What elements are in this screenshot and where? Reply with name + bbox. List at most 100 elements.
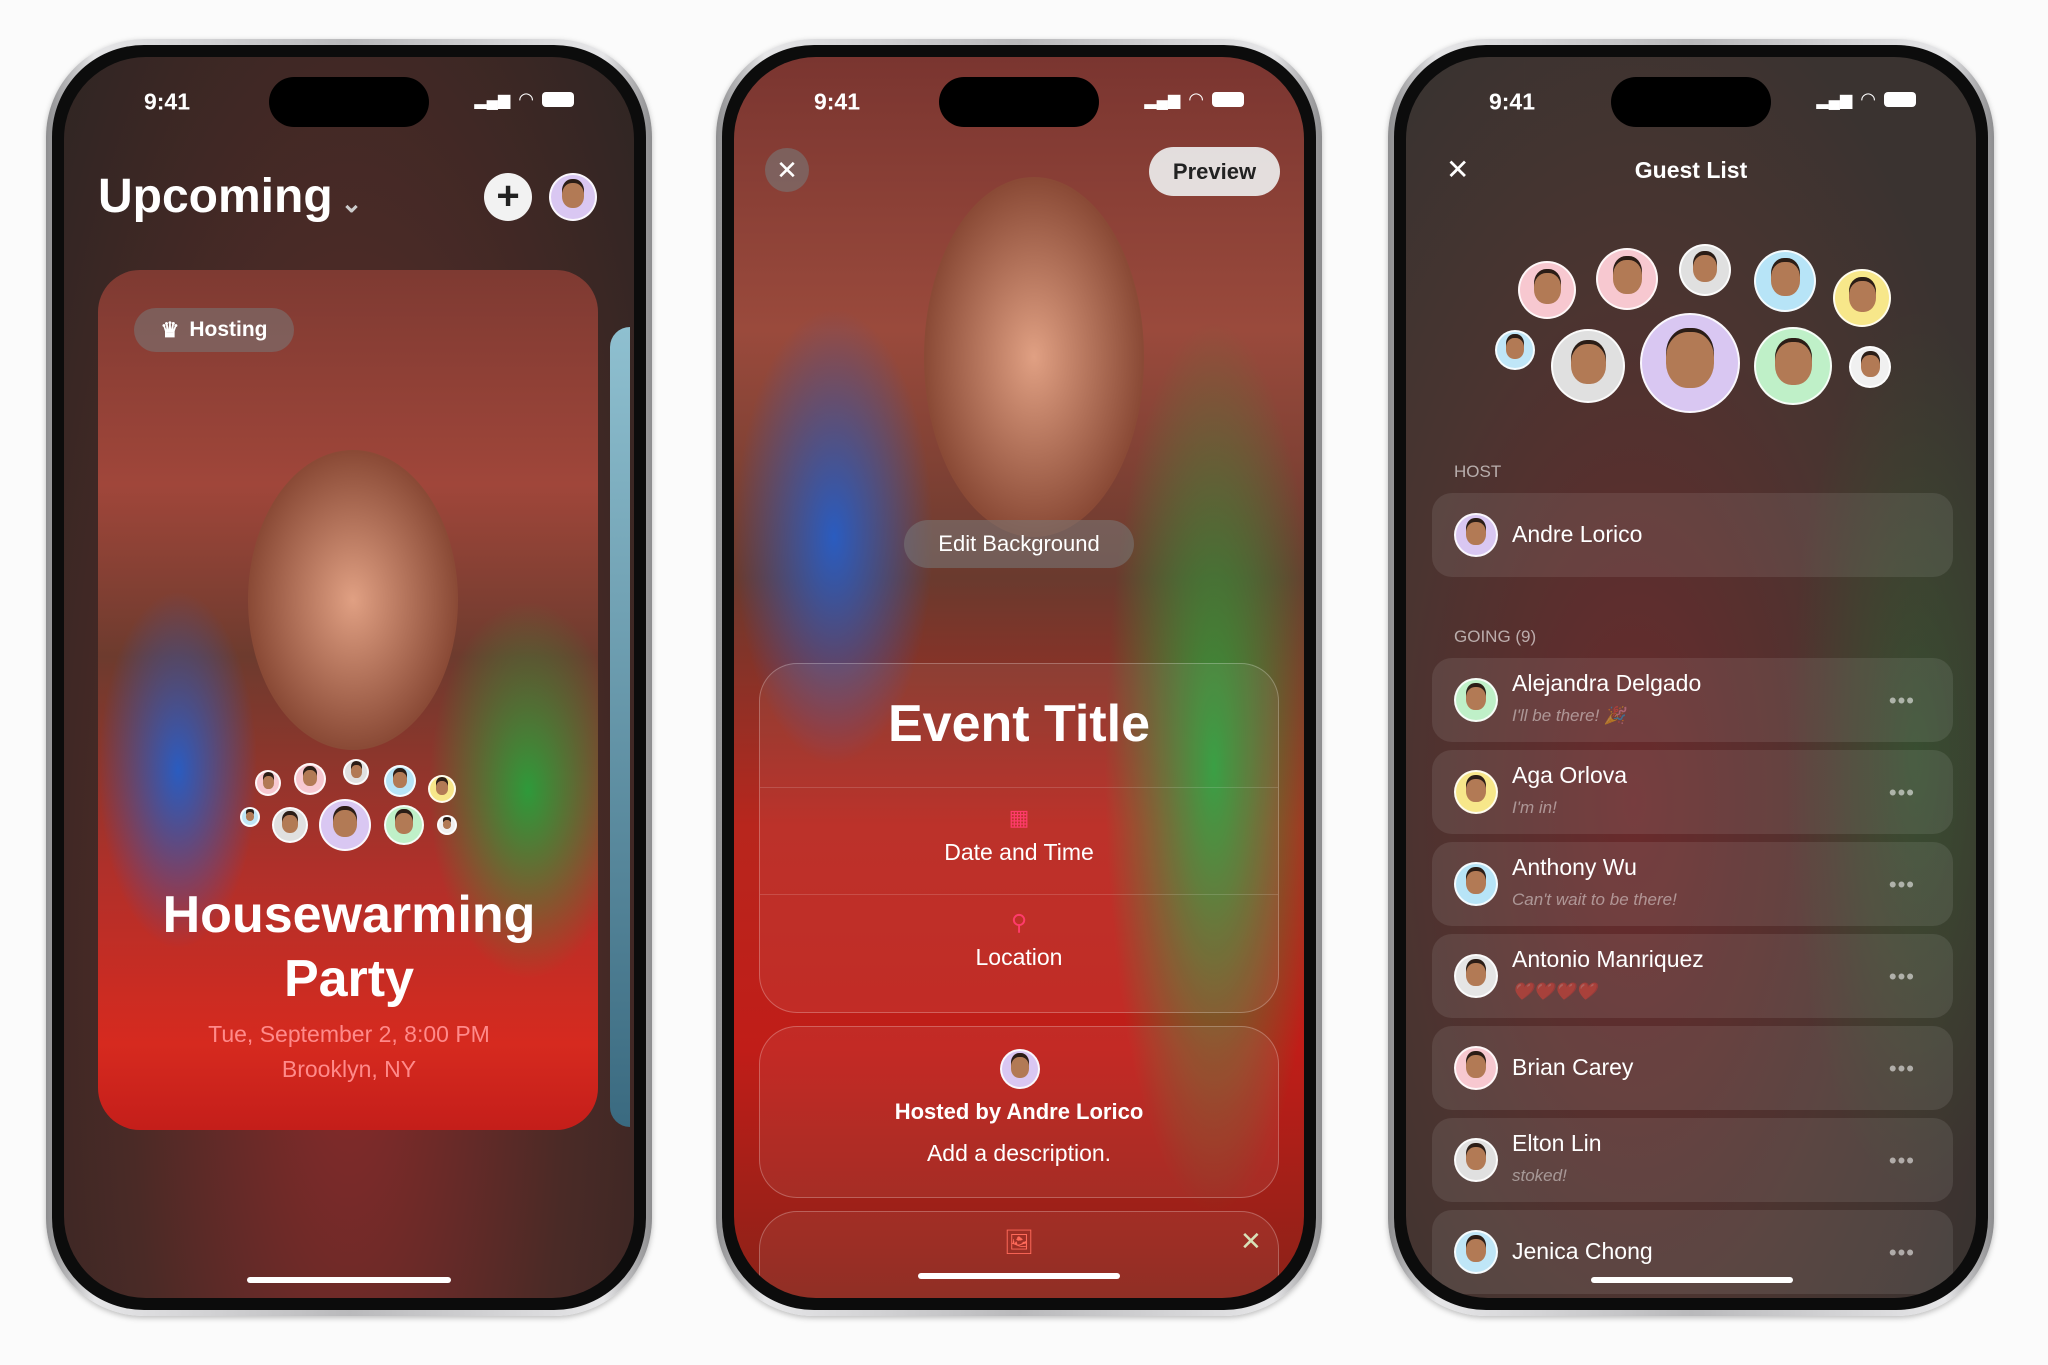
host-description-card: Hosted by Andre Lorico Add a description… [759,1026,1279,1198]
description-input[interactable]: Add a description. [760,1140,1278,1167]
guest-avatar [255,770,281,796]
close-button[interactable]: ✕ [765,148,809,192]
guest-avatar [240,807,260,827]
guest-row[interactable]: Brian Carey ••• [1432,1026,1953,1110]
guest-avatar [294,763,326,795]
guest-name: Alejandra Delgado [1512,670,1702,696]
guest-avatar [1454,1046,1498,1090]
guest-avatar[interactable] [1849,346,1891,388]
photo-face [248,450,458,750]
host-avatar [1454,513,1498,557]
event-details-card: Event Title ▦ Date and Time ⚲ Location [759,663,1279,1013]
add-event-button[interactable]: + [484,173,532,221]
guest-avatar[interactable] [1754,250,1816,312]
phone-editor: 9:41 ▂▄▆ ◠ ✕ Preview Edit Background Even… [716,39,1322,1316]
more-options-icon[interactable]: ••• [1889,1148,1915,1174]
upcoming-dropdown[interactable]: Upcoming ⌄ [98,169,362,224]
guest-name: Jenica Chong [1512,1238,1653,1264]
guest-avatar [1454,1230,1498,1274]
battery-icon [1884,92,1916,107]
host-section-label: HOST [1454,462,1502,481]
guest-status: stoked! [1512,1166,1567,1185]
event-title-input[interactable]: Event Title [760,694,1278,754]
guest-avatar[interactable] [1551,329,1625,403]
guest-avatar [1454,954,1498,998]
host-avatar [319,799,371,851]
close-icon: ✕ [776,155,798,185]
location-pin-icon: ⚲ [1010,910,1028,935]
guest-list-screen: 9:41 ▂▄▆ ◠ ✕ Guest List HOST Andre Lorico… [1406,57,1976,1298]
photos-card[interactable]: 🖼 ✕ [759,1211,1279,1298]
guest-avatar [1454,678,1498,722]
home-indicator[interactable] [1591,1277,1793,1283]
guest-row[interactable]: Anthony Wu Can't wait to be there! ••• [1432,842,1953,926]
dismiss-icon[interactable]: ✕ [1240,1226,1262,1257]
more-options-icon[interactable]: ••• [1889,688,1915,714]
guest-avatar[interactable] [1495,330,1535,370]
host-name: Andre Lorico [1512,521,1643,547]
status-icons: ▂▄▆ ◠ [474,89,574,110]
date-time-label: Date and Time [944,839,1094,865]
guest-status: I'll be there! 🎉 [1512,706,1626,725]
guest-row[interactable]: Alejandra Delgado I'll be there! 🎉 ••• [1432,658,1953,742]
guest-avatar[interactable] [1833,269,1891,327]
guest-status: Can't wait to be there! [1512,890,1677,909]
wifi-icon: ◠ [518,89,534,109]
hosted-by-label: Hosted by Andre Lorico [894,1099,1144,1124]
guest-status: ❤️❤️❤️❤️ [1512,982,1597,1001]
guest-avatar[interactable] [1679,244,1731,296]
crown-icon: ♛ [160,318,180,342]
guest-avatar[interactable] [1754,327,1832,405]
page-title: Upcoming [98,170,333,223]
guest-row[interactable]: Aga Orlova I'm in! ••• [1432,750,1953,834]
chevron-down-icon: ⌄ [340,188,363,218]
guest-name: Anthony Wu [1512,854,1637,880]
hosting-badge: ♛ Hosting [134,308,294,352]
home-indicator[interactable] [918,1273,1120,1279]
signal-icon: ▂▄▆ [474,91,511,109]
preview-button[interactable]: Preview [1149,147,1280,196]
host-row[interactable]: Andre Lorico [1432,493,1953,577]
date-time-field[interactable]: ▦ Date and Time [760,787,1278,894]
more-options-icon[interactable]: ••• [1889,964,1915,990]
host-avatar[interactable] [1640,313,1740,413]
dynamic-island [1611,77,1771,127]
more-options-icon[interactable]: ••• [1889,780,1915,806]
guest-avatar [428,775,456,803]
status-time: 9:41 [143,88,191,115]
photo-face [924,177,1144,537]
guest-avatar[interactable] [1596,248,1658,310]
home-indicator[interactable] [247,1277,451,1283]
host-avatar [1000,1049,1040,1089]
event-date: Tue, September 2, 8:00 PM [208,1021,490,1047]
guest-row[interactable]: Elton Lin stoked! ••• [1432,1118,1953,1202]
event-title: Housewarming Party [162,886,536,1008]
more-options-icon[interactable]: ••• [1889,1056,1915,1082]
more-options-icon[interactable]: ••• [1889,872,1915,898]
edit-background-button[interactable]: Edit Background [904,520,1134,568]
upcoming-screen: 9:41 ▂▄▆ ◠ Upcoming ⌄ + ♛ Hosting Housewarm… [64,57,634,1298]
status-time: 9:41 [813,88,861,115]
event-location: Brooklyn, NY [281,1056,417,1082]
guest-avatar [437,815,457,835]
dynamic-island [269,77,429,127]
guest-avatar [384,805,424,845]
status-icons: ▂▄▆ ◠ [1816,89,1916,110]
signal-icon: ▂▄▆ [1144,91,1181,109]
plus-icon: + [496,174,520,218]
location-field[interactable]: ⚲ Location [760,894,1278,1012]
more-options-icon[interactable]: ••• [1889,1240,1915,1266]
going-section-label: GOING (9) [1454,627,1537,646]
guest-avatar [1454,770,1498,814]
profile-avatar[interactable] [549,173,597,221]
guest-row[interactable]: Antonio Manriquez ❤️❤️❤️❤️ ••• [1432,934,1953,1018]
wifi-icon: ◠ [1860,89,1876,109]
hosting-label: Hosting [189,318,268,341]
guest-list-title: Guest List [1634,157,1748,183]
battery-icon [542,92,574,107]
guest-avatar[interactable] [1518,261,1576,319]
location-label: Location [975,944,1063,970]
dynamic-island [939,77,1099,127]
status-time: 9:41 [1488,88,1536,115]
signal-icon: ▂▄▆ [1816,91,1853,109]
